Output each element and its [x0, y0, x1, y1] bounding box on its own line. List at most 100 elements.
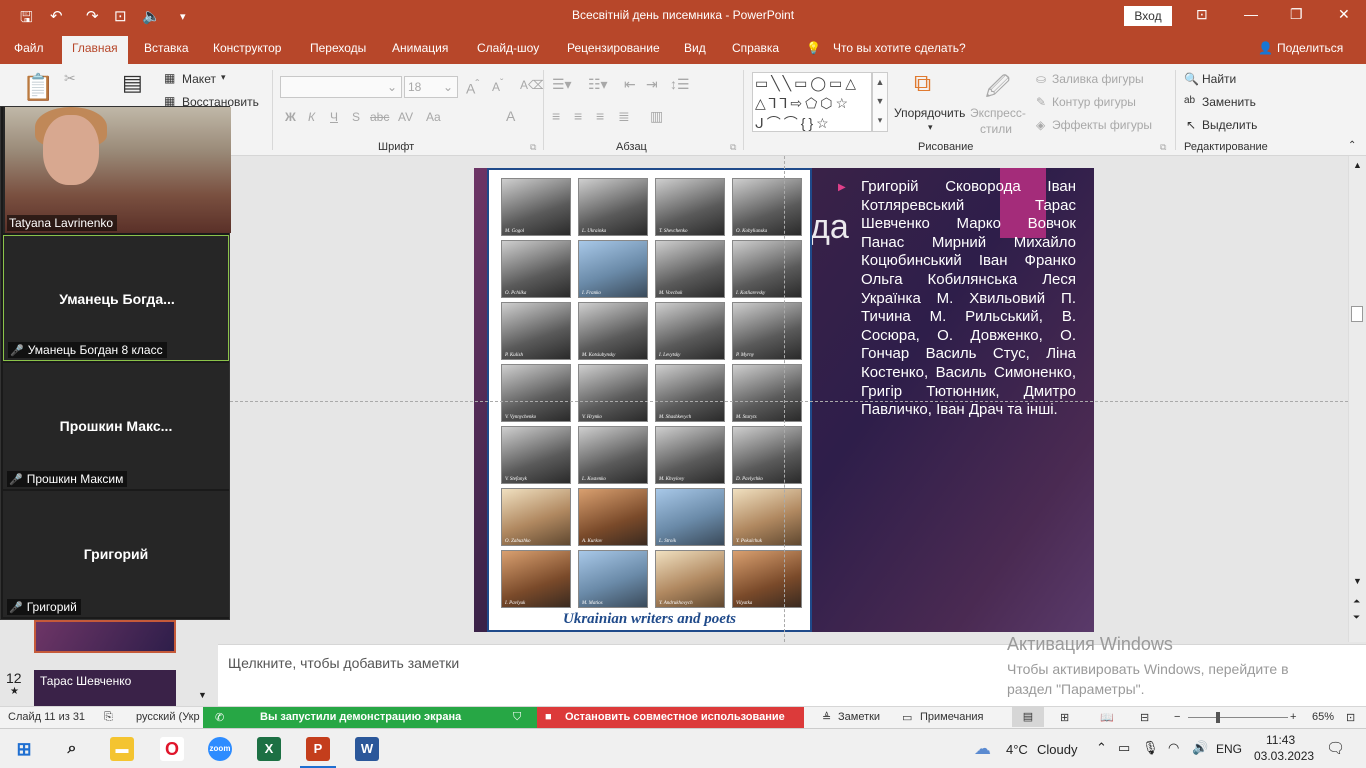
fit-slide-icon[interactable]: ⊡: [1346, 711, 1355, 724]
quick-styles-button-line1[interactable]: Экспресс-: [970, 106, 1026, 120]
microphone-icon[interactable]: 🎙: [1142, 740, 1159, 756]
scroll-down-icon[interactable]: ▼: [1353, 576, 1362, 586]
dialog-launcher-icon[interactable]: ⧉: [530, 142, 536, 153]
columns-icon[interactable]: ▥: [650, 108, 663, 125]
tell-me-search[interactable]: Что вы хотите сделать?: [833, 41, 966, 55]
shrink-font-icon[interactable]: Aˇ: [492, 78, 503, 94]
find-button[interactable]: Найти: [1202, 72, 1236, 86]
tray-chevron-icon[interactable]: ⌃: [1096, 740, 1107, 756]
minimize-icon[interactable]: —: [1244, 6, 1258, 22]
clear-format-icon[interactable]: A⌫: [520, 78, 545, 92]
windows-start-icon[interactable]: ⊞: [12, 737, 36, 761]
stop-sharing-button[interactable]: ■ Остановить совместное использование: [537, 707, 804, 729]
spellcheck-icon[interactable]: ⎘: [104, 711, 113, 724]
maximize-icon[interactable]: ❐: [1290, 6, 1303, 23]
horizontal-guide[interactable]: [230, 401, 1348, 402]
normal-view-icon[interactable]: ▤: [1012, 707, 1044, 727]
layout-button[interactable]: Макет: [182, 72, 216, 86]
underline-button[interactable]: Ч: [330, 110, 338, 124]
font-size-select[interactable]: 18 ⌄: [404, 76, 458, 98]
grow-font-icon[interactable]: Aˆ: [466, 78, 479, 97]
slide-sorter-icon[interactable]: ⊞: [1060, 711, 1069, 724]
vertical-guide[interactable]: [784, 156, 785, 642]
justify-icon[interactable]: ≣: [618, 108, 630, 125]
tab-insert[interactable]: Вставка: [144, 41, 189, 55]
strikethrough-button[interactable]: abc: [370, 110, 389, 124]
scroll-thumb[interactable]: [1351, 306, 1363, 322]
opera-icon[interactable]: O: [160, 737, 184, 761]
arrange-button[interactable]: Упорядочить: [894, 106, 965, 120]
word-icon[interactable]: W: [355, 737, 379, 761]
zoom-slider-thumb[interactable]: [1216, 712, 1220, 723]
dialog-launcher-icon[interactable]: ⧉: [730, 142, 736, 153]
notes-toggle-button[interactable]: Заметки: [838, 711, 880, 723]
slide-thumbnail-12[interactable]: Тарас Шевченко: [34, 670, 176, 706]
zoom-level[interactable]: 65%: [1312, 711, 1334, 723]
excel-icon[interactable]: X: [257, 737, 281, 761]
bullets-icon[interactable]: ☰▾: [552, 76, 572, 93]
tab-animations[interactable]: Анимация: [392, 41, 448, 55]
font-family-select[interactable]: ⌄: [280, 76, 402, 98]
quick-styles-icon[interactable]: 🖉: [985, 70, 1011, 111]
decrease-indent-icon[interactable]: ⇤: [624, 76, 636, 93]
thumb-scroll-down-icon[interactable]: ▼: [198, 690, 207, 700]
numbering-icon[interactable]: ☷▾: [588, 76, 608, 93]
new-slide-icon[interactable]: ▤: [122, 70, 143, 96]
zoom-app-icon[interactable]: zoom: [208, 737, 232, 761]
increase-indent-icon[interactable]: ⇥: [646, 76, 658, 93]
bold-button[interactable]: Ж: [285, 110, 296, 124]
tab-view[interactable]: Вид: [684, 41, 706, 55]
dialog-launcher-icon[interactable]: ⧉: [1160, 142, 1166, 153]
align-left-icon[interactable]: ≡: [552, 108, 560, 124]
change-case-button[interactable]: Aa: [426, 110, 441, 124]
slideshow-view-icon[interactable]: ⊟: [1140, 711, 1149, 724]
align-center-icon[interactable]: ≡: [574, 108, 582, 124]
shapes-scroll[interactable]: ▲ ▼ ▾: [872, 72, 888, 132]
paste-icon[interactable]: 📋: [22, 72, 54, 103]
volume-icon[interactable]: 🔊: [1192, 740, 1208, 756]
tab-design[interactable]: Конструктор: [213, 41, 281, 55]
share-button[interactable]: Поделиться: [1277, 41, 1343, 55]
select-button[interactable]: Выделить: [1202, 118, 1257, 132]
italic-button[interactable]: К: [308, 110, 315, 124]
zoom-out-icon[interactable]: −: [1174, 711, 1180, 723]
tab-transitions[interactable]: Переходы: [310, 41, 366, 55]
participant-tile-4[interactable]: Григорий 🎤 Григорий: [3, 491, 229, 617]
participant-tile-2[interactable]: Уманець Богда... 🎤 Уманець Богдан 8 класс: [3, 235, 229, 361]
tab-home[interactable]: Главная: [62, 36, 128, 64]
ribbon-display-icon[interactable]: ⊡: [1196, 6, 1208, 23]
scroll-up-icon[interactable]: ▲: [1353, 160, 1362, 170]
search-icon[interactable]: ⌕: [60, 737, 84, 761]
participant-tile-1[interactable]: Tatyana Lavrinenko: [3, 107, 231, 233]
zoom-slider-track[interactable]: [1188, 717, 1288, 718]
shape-outline-button[interactable]: Контур фигуры: [1052, 95, 1136, 109]
arrange-icon[interactable]: ⧉: [914, 70, 931, 98]
collapse-ribbon-icon[interactable]: ⌃: [1348, 140, 1356, 151]
file-explorer-icon[interactable]: ▬: [110, 737, 134, 761]
clock-time[interactable]: 11:43: [1266, 733, 1295, 747]
next-slide-icon[interactable]: ⏷: [1353, 612, 1360, 623]
align-right-icon[interactable]: ≡: [596, 108, 604, 124]
tab-slideshow[interactable]: Слайд-шоу: [477, 41, 539, 55]
cut-icon[interactable]: ✂: [64, 70, 76, 87]
weather-desc[interactable]: Cloudy: [1037, 742, 1077, 757]
shape-effects-button[interactable]: Эффекты фигуры: [1052, 118, 1152, 132]
shapes-gallery[interactable]: ▭╲╲▭◯▭△ △⅂⅂⇨⬠⬡☆ ᒍ⌒⌒{}☆: [752, 72, 872, 132]
quick-styles-button-line2[interactable]: стили: [980, 122, 1012, 136]
font-color-button[interactable]: A: [506, 108, 515, 124]
line-spacing-icon[interactable]: ↕☰: [670, 76, 690, 93]
close-icon[interactable]: ✕: [1338, 6, 1350, 23]
shadow-button[interactable]: S: [352, 110, 360, 124]
zoom-in-icon[interactable]: +: [1290, 711, 1296, 723]
tab-help[interactable]: Справка: [732, 41, 779, 55]
prev-slide-icon[interactable]: ⏶: [1353, 596, 1360, 607]
tab-file[interactable]: Файл: [14, 41, 44, 55]
shape-fill-button[interactable]: Заливка фигуры: [1052, 72, 1144, 86]
slide-body-text[interactable]: Григорій Сковорода Іван Котляревський Та…: [861, 178, 1076, 420]
slide-thumbnail-11[interactable]: [34, 620, 176, 653]
replace-button[interactable]: Заменить: [1202, 95, 1256, 109]
powerpoint-icon[interactable]: P: [306, 737, 330, 761]
char-spacing-button[interactable]: AV: [398, 110, 413, 124]
language-indicator[interactable]: русский (Укр: [136, 711, 200, 723]
weather-temp[interactable]: 4°C: [1006, 742, 1028, 757]
